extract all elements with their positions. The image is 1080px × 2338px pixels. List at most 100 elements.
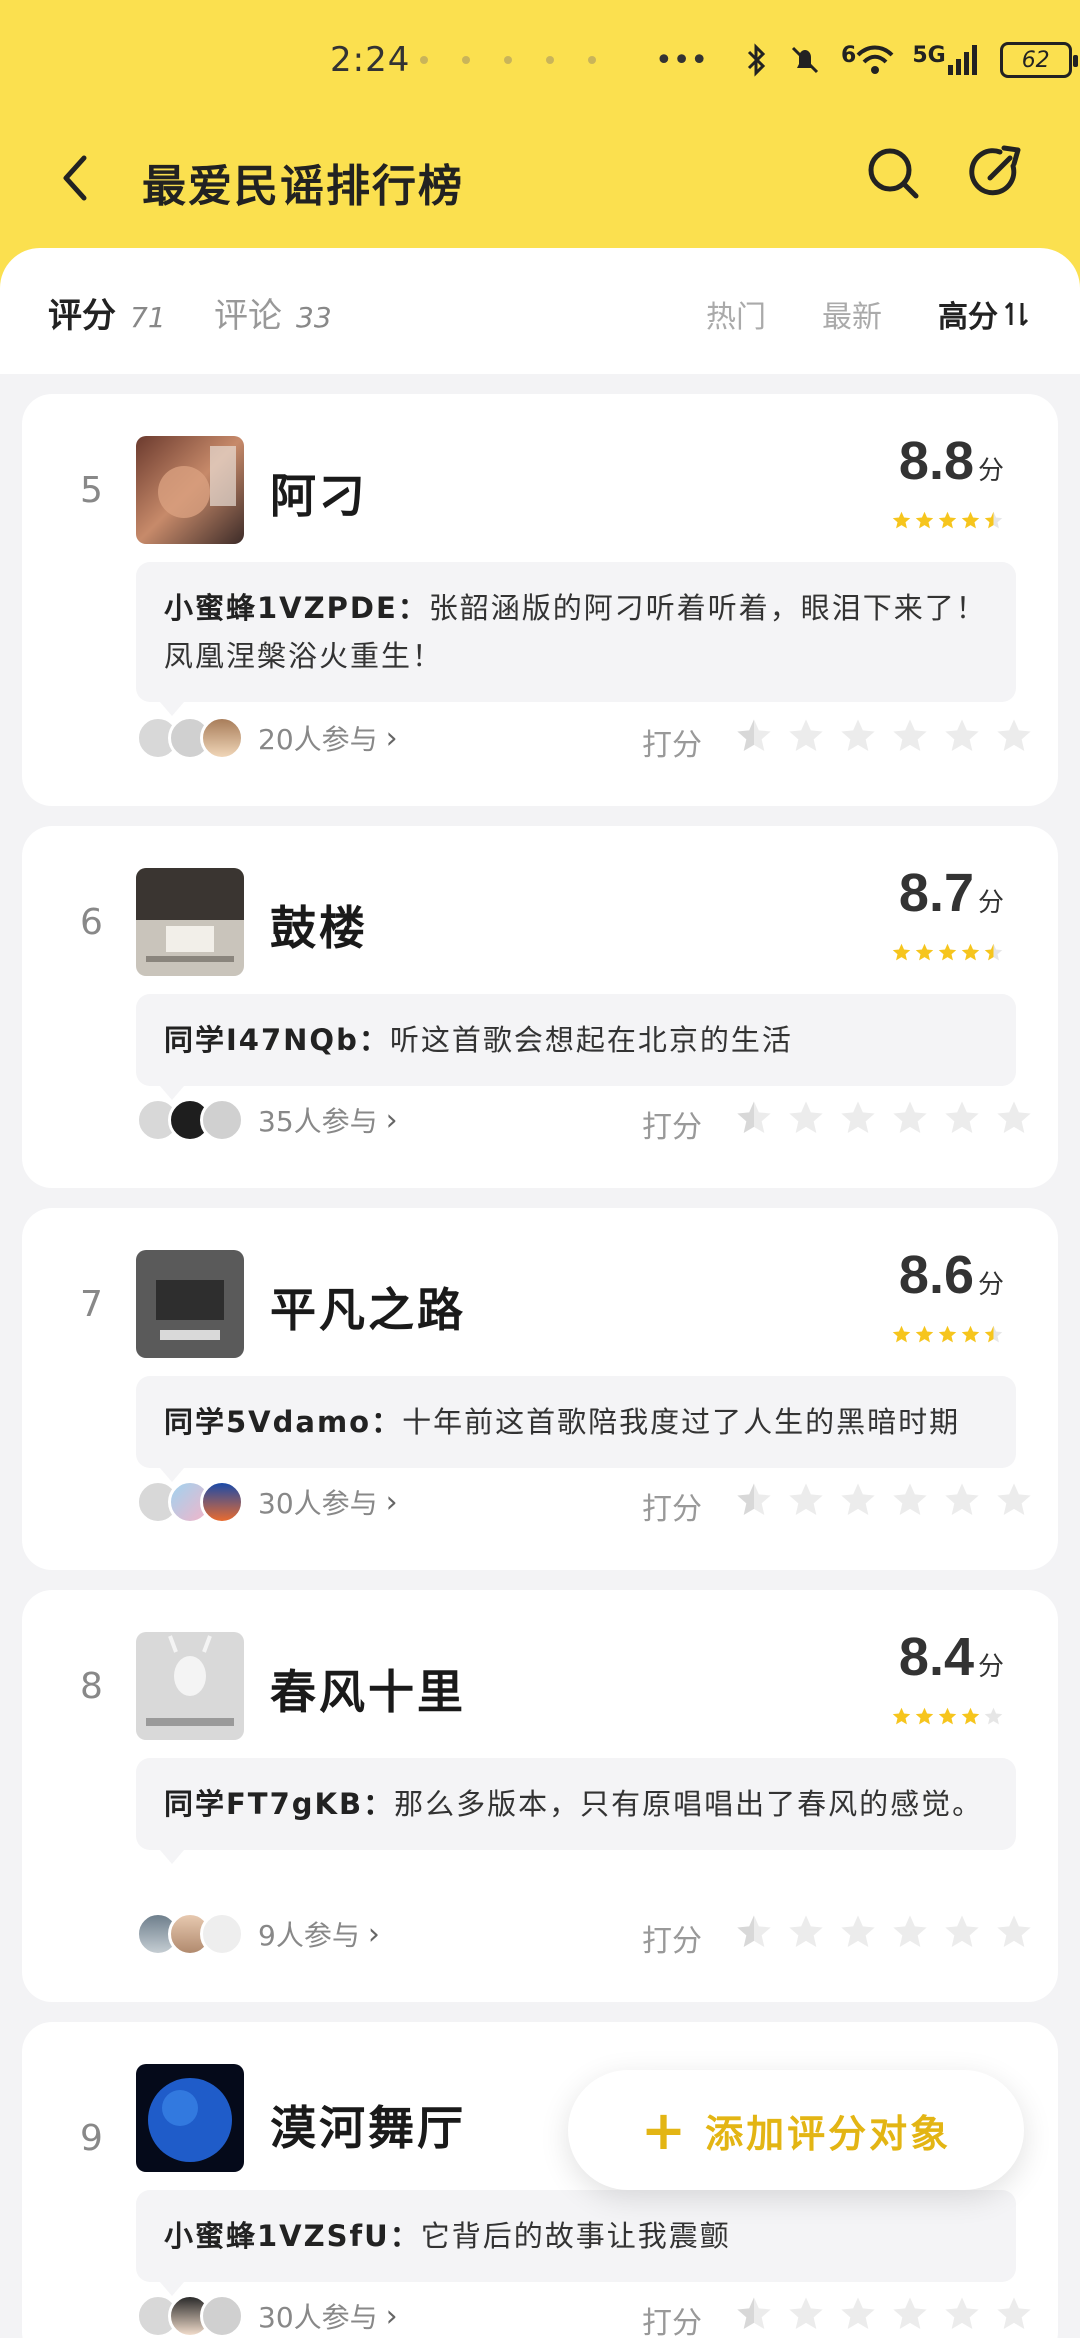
avatar [200, 1480, 244, 1524]
back-button[interactable] [50, 148, 110, 208]
share-icon[interactable] [968, 144, 1026, 202]
average-score: 8.7 分 [899, 862, 1004, 924]
sort-latest[interactable]: 最新 [822, 292, 882, 336]
star-outline-icon [789, 1101, 823, 1133]
star-outline-icon [997, 1915, 1031, 1947]
ranking-card[interactable]: 6 鼓楼 8.7 分 同学I47NQb：听这首歌会想起在北京的生活 35人参与 … [22, 826, 1058, 1188]
participants-link[interactable]: 35人参与 › [136, 1098, 398, 1142]
star-outline-icon [945, 2297, 979, 2329]
star-icon [984, 943, 1003, 961]
battery-icon: 62 [999, 42, 1078, 78]
star-outline-icon [997, 2297, 1031, 2329]
star-icon [915, 1707, 934, 1725]
rate-label: 打分 [642, 1492, 702, 1527]
song-cover[interactable] [136, 1250, 244, 1358]
rank-number: 9 [80, 2118, 103, 2159]
song-title[interactable]: 鼓楼 [270, 892, 368, 958]
mute-icon [791, 46, 819, 74]
ranking-card[interactable]: 8 春风十里 8.4 分 同学FT7gKB：那么多版本，只有原唱唱出了春风的感觉… [22, 1590, 1058, 2002]
song-title[interactable]: 阿刁 [270, 460, 368, 526]
star-icon [961, 1325, 980, 1343]
star-outline-icon [893, 1915, 927, 1947]
chevron-right-icon: › [385, 720, 398, 756]
star-icon [892, 1707, 911, 1725]
top-comment[interactable]: 小蜜蜂1VZPDE：张韶涵版的阿刁听着听着，眼泪下来了！凤凰涅槃浴火重生！ [136, 562, 1016, 716]
rate-label: 打分 [642, 2306, 702, 2338]
star-outline-icon [945, 1101, 979, 1133]
song-cover[interactable] [136, 2064, 244, 2172]
comment-text: 那么多版本，只有原唱唱出了春风的感觉。 [394, 1787, 984, 1821]
score-unit: 分 [977, 888, 1004, 918]
comment-text: 它背后的故事让我震颤 [420, 2219, 731, 2253]
rating-stars-input[interactable] [734, 1912, 1034, 1952]
average-score: 8.6 分 [899, 1244, 1004, 1306]
song-cover[interactable] [136, 436, 244, 544]
bluetooth-icon [747, 43, 766, 77]
score-unit: 分 [977, 1270, 1004, 1300]
star-icon [984, 1707, 1003, 1725]
participants-count: 35人参与 [258, 1105, 378, 1138]
star-outline-icon [789, 1483, 823, 1515]
rating-stars-input[interactable] [734, 1480, 1034, 1520]
rank-number: 6 [80, 902, 103, 943]
tab-ratings[interactable]: 评分 71 [48, 288, 166, 337]
rate-label: 打分 [642, 728, 702, 763]
star-icon [938, 943, 957, 961]
comment-user: 同学I47NQb： [164, 1023, 390, 1057]
average-stars [891, 1706, 1004, 1727]
star-icon [984, 1325, 1003, 1343]
tab-comments[interactable]: 评论 33 [214, 288, 332, 337]
participants-link[interactable]: 20人参与 › [136, 716, 398, 760]
avatar [200, 1098, 244, 1142]
average-stars [891, 942, 1004, 963]
star-icon [892, 511, 911, 529]
rating-stars-input[interactable] [734, 1098, 1034, 1138]
average-score: 8.4 分 [899, 1626, 1004, 1688]
star-outline-icon [841, 719, 875, 751]
notification-icon [462, 56, 470, 64]
participants-link[interactable]: 30人参与 › [136, 1480, 398, 1524]
star-outline-icon [893, 1483, 927, 1515]
top-comment[interactable]: 同学I47NQb：听这首歌会想起在北京的生活 [136, 994, 1016, 1100]
star-outline-icon [737, 2297, 771, 2329]
tab-count: 71 [130, 301, 166, 334]
rank-number: 7 [80, 1284, 103, 1325]
participants-count: 30人参与 [258, 2301, 378, 2334]
participants-link[interactable]: 9人参与 › [136, 1912, 380, 1956]
star-outline-icon [893, 719, 927, 751]
chevron-right-icon: › [385, 1102, 398, 1138]
star-outline-icon [945, 1483, 979, 1515]
rating-stars-input[interactable] [734, 716, 1034, 756]
top-comment[interactable]: 同学FT7gKB：那么多版本，只有原唱唱出了春风的感觉。 [136, 1758, 1016, 1864]
sort-high-score[interactable]: 高分 [938, 292, 1030, 336]
rate-label: 打分 [642, 1110, 702, 1145]
top-comment[interactable]: 小蜜蜂1VZSfU：它背后的故事让我震颤 [136, 2190, 1016, 2296]
ranking-card[interactable]: 7 平凡之路 8.6 分 同学5Vdamo：十年前这首歌陪我度过了人生的黑暗时期… [22, 1208, 1058, 1570]
wifi-tag: 6 [841, 43, 857, 68]
song-title[interactable]: 春风十里 [270, 1656, 466, 1722]
more-notifications-icon: ••• [655, 42, 709, 78]
star-icon [938, 1707, 957, 1725]
star-icon [961, 1707, 980, 1725]
participants-count: 30人参与 [258, 1487, 378, 1520]
notification-icon [546, 56, 554, 64]
participants-count: 9人参与 [258, 1919, 360, 1952]
ranking-card[interactable]: 5 阿刁 8.8 分 小蜜蜂1VZPDE：张韶涵版的阿刁听着听着，眼泪下来了！凤… [22, 394, 1058, 806]
song-cover[interactable] [136, 1632, 244, 1740]
song-title[interactable]: 漠河舞厅 [270, 2092, 466, 2158]
song-cover[interactable] [136, 868, 244, 976]
song-title[interactable]: 平凡之路 [270, 1274, 466, 1340]
participants-link[interactable]: 30人参与 › [136, 2294, 398, 2338]
search-icon[interactable] [864, 144, 922, 202]
plus-icon: + [640, 2098, 690, 2162]
tab-count: 33 [296, 301, 332, 334]
rating-stars-input[interactable] [734, 2294, 1034, 2334]
star-outline-icon [789, 2297, 823, 2329]
star-outline-icon [737, 719, 771, 751]
star-icon [938, 511, 957, 529]
sort-hot[interactable]: 热门 [706, 292, 766, 336]
rank-number: 5 [80, 470, 103, 511]
add-rating-object-button[interactable]: + 添加评分对象 [568, 2070, 1024, 2190]
top-comment[interactable]: 同学5Vdamo：十年前这首歌陪我度过了人生的黑暗时期 [136, 1376, 1016, 1482]
tab-label: 评论 [214, 296, 282, 336]
